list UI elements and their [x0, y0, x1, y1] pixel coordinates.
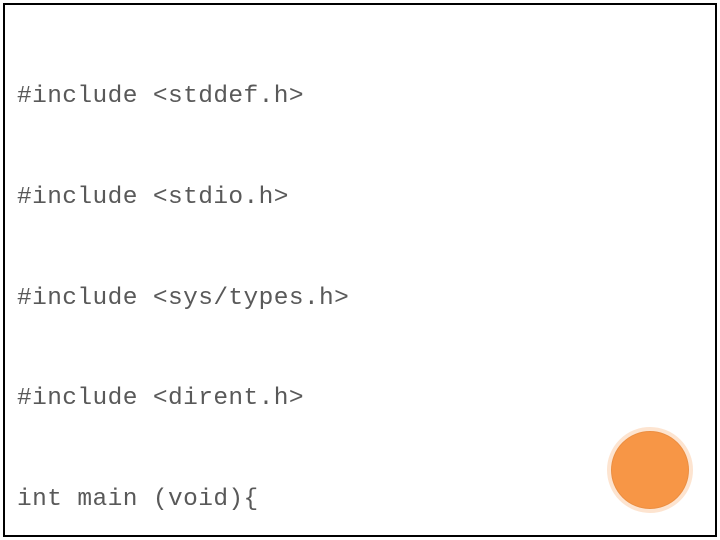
slide-frame: #include <stddef.h> #include <stdio.h> #…	[3, 3, 717, 537]
code-line: #include <dirent.h>	[17, 382, 703, 416]
code-block: #include <stddef.h> #include <stdio.h> #…	[17, 13, 703, 540]
code-line: #include <sys/types.h>	[17, 282, 703, 316]
code-line: int main (void){	[17, 483, 703, 517]
decorative-circle-icon	[607, 427, 693, 513]
code-line: #include <stdio.h>	[17, 181, 703, 215]
code-line: #include <stddef.h>	[17, 80, 703, 114]
